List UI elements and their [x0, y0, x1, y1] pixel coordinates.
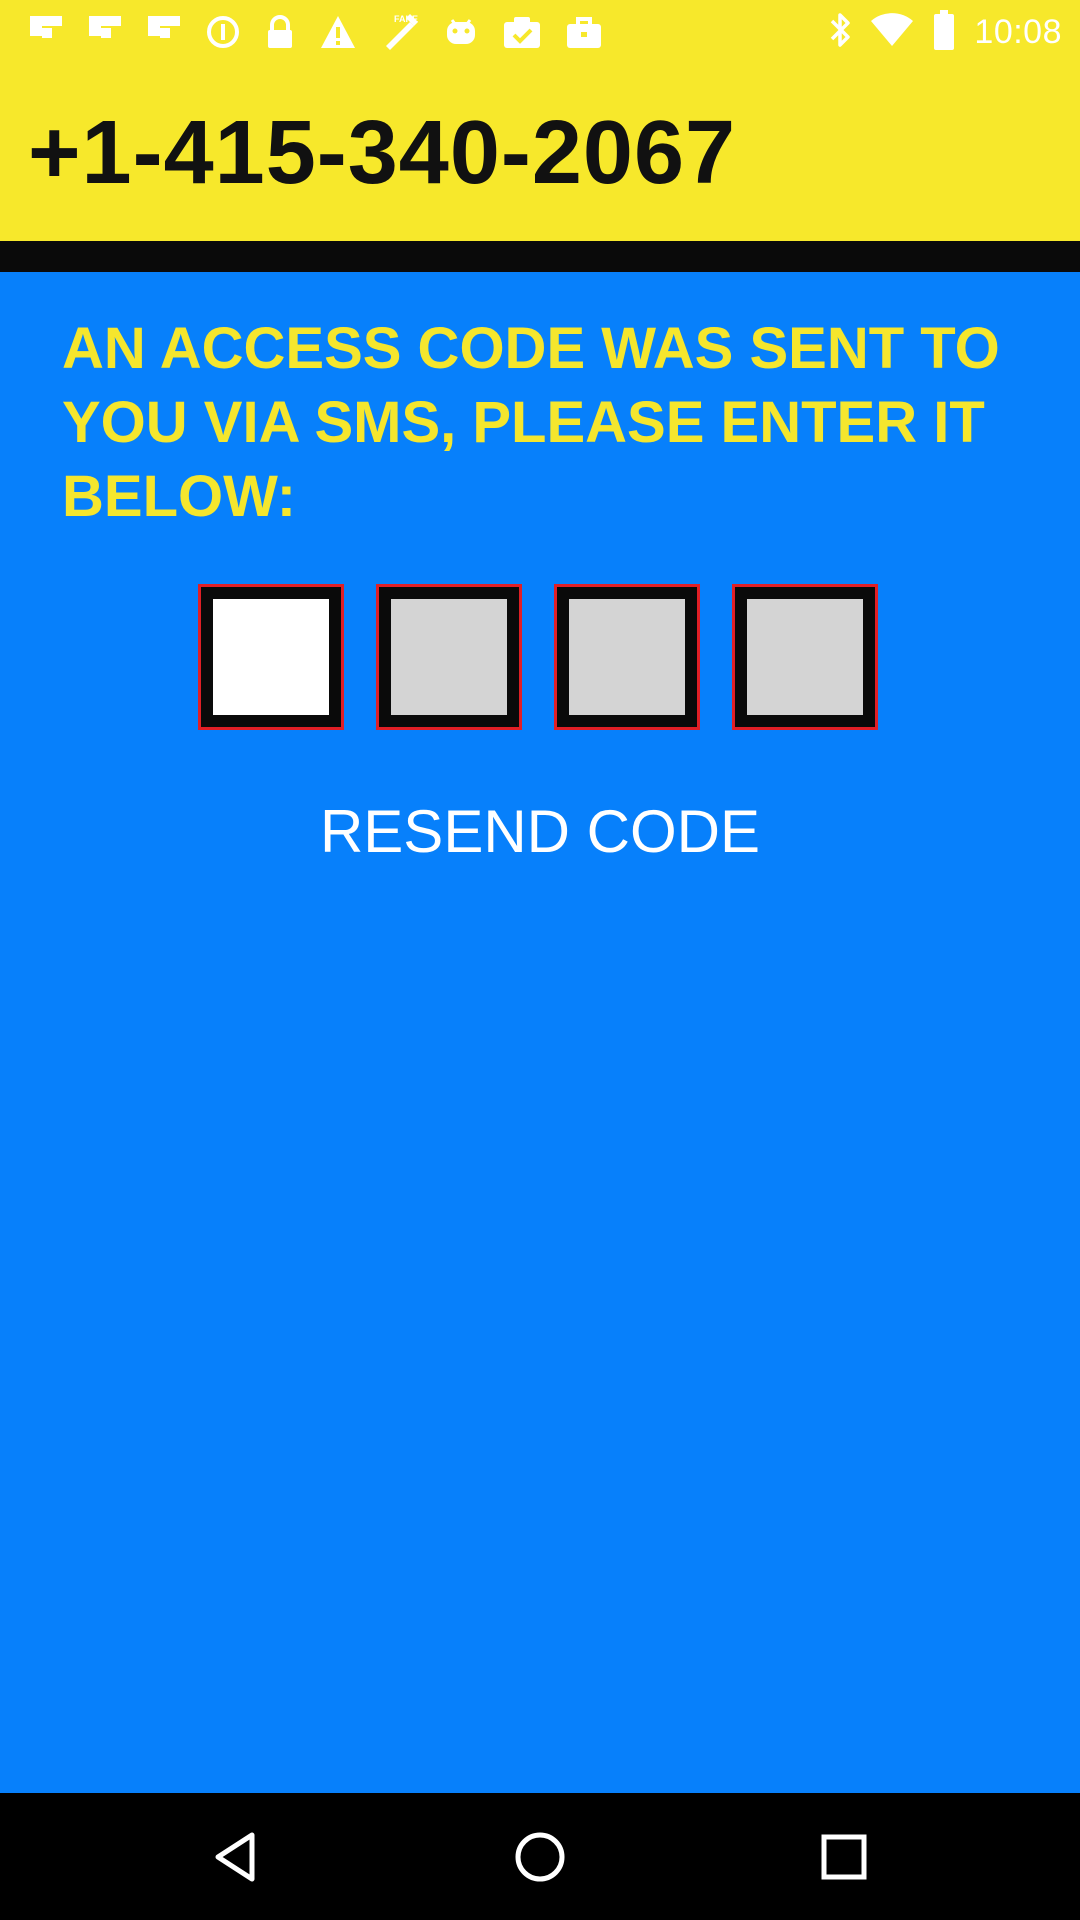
recents-icon: [821, 1834, 867, 1880]
wifi-icon: [870, 12, 914, 53]
resend-code-button[interactable]: RESEND CODE: [0, 802, 1080, 862]
phone-number: +1-415-340-2067: [28, 103, 737, 203]
svg-text:FAKE: FAKE: [394, 14, 418, 24]
notification-icons: FAKE: [28, 14, 603, 50]
code-digit-input[interactable]: [747, 599, 863, 715]
bluetooth-icon: [828, 10, 852, 55]
code-digit-box[interactable]: [198, 584, 344, 730]
code-digit-input[interactable]: [569, 599, 685, 715]
fake-gps-icon: FAKE: [380, 12, 420, 52]
code-digit-box[interactable]: [554, 584, 700, 730]
code-digit-input[interactable]: [213, 599, 329, 715]
system-status-icons: 10:08: [828, 9, 1062, 56]
header-divider: [0, 241, 1080, 272]
back-icon: [215, 1832, 255, 1882]
code-digit-input[interactable]: [391, 599, 507, 715]
verification-screen: FAKE 10:08 +1-415-340-2067 AN ACCESS COD…: [0, 0, 1080, 1920]
navigation-bar: [0, 1793, 1080, 1920]
home-icon: [515, 1832, 565, 1882]
clipboard-check-icon: [502, 14, 542, 50]
flipboard-icon: [87, 14, 123, 50]
battery-icon: [932, 9, 956, 56]
instruction-message: AN ACCESS CODE WAS SENT TO YOU VIA SMS, …: [62, 316, 1000, 529]
briefcase-icon: [565, 14, 603, 50]
clock: 10:08: [974, 12, 1062, 51]
flipboard-icon: [28, 14, 64, 50]
recents-button[interactable]: [800, 1813, 888, 1901]
flipboard-icon: [146, 14, 182, 50]
status-bar: FAKE 10:08: [0, 0, 1080, 64]
warning-icon: [319, 14, 357, 50]
code-digit-box[interactable]: [376, 584, 522, 730]
back-button[interactable]: [192, 1813, 280, 1901]
home-button[interactable]: [496, 1813, 584, 1901]
code-input-group: [198, 584, 878, 730]
header: FAKE 10:08 +1-415-340-2067: [0, 0, 1080, 241]
android-icon: [443, 14, 479, 50]
code-digit-box[interactable]: [732, 584, 878, 730]
lock-icon: [264, 14, 296, 50]
data-saver-icon: [205, 14, 241, 50]
